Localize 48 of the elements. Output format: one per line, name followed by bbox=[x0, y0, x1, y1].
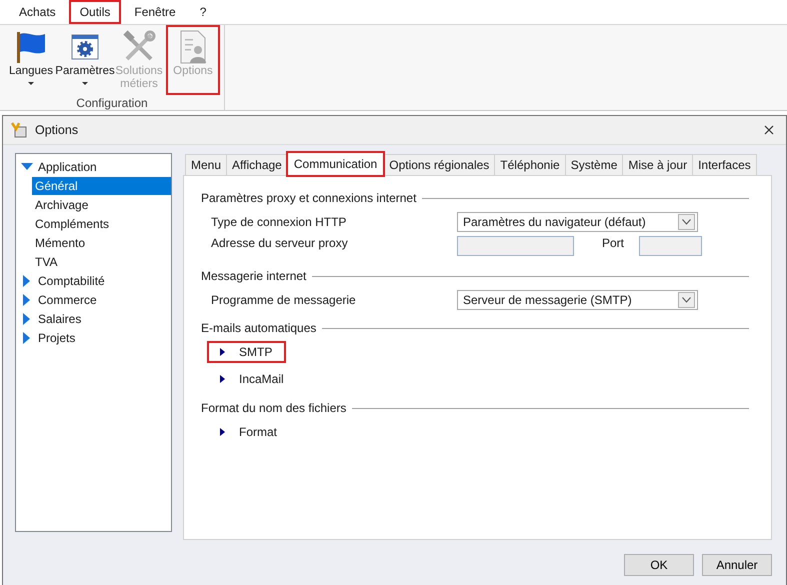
app-icon bbox=[11, 122, 27, 138]
tree-item[interactable]: Compléments bbox=[32, 214, 171, 232]
settings-icon bbox=[70, 32, 100, 62]
section-title: E-mails automatiques bbox=[201, 321, 316, 335]
menu-item[interactable]: ? bbox=[188, 0, 218, 24]
group-label: Configuration bbox=[75, 95, 149, 110]
link-item[interactable]: Format bbox=[207, 420, 292, 442]
tab[interactable]: Affichage bbox=[226, 154, 288, 175]
link-item[interactable]: IncaMail bbox=[207, 368, 298, 390]
dialog-button[interactable]: Annuler bbox=[702, 554, 772, 576]
field-label: Port bbox=[601, 236, 626, 250]
section-title: Paramètres proxy et connexions internet bbox=[201, 191, 416, 205]
tab[interactable]: Téléphonie bbox=[494, 154, 566, 175]
tab[interactable]: Système bbox=[564, 154, 624, 175]
tab[interactable]: Options régionales bbox=[383, 154, 496, 175]
tab[interactable]: Menu bbox=[185, 154, 228, 175]
flag-icon bbox=[14, 30, 48, 64]
tab[interactable]: Communication bbox=[286, 152, 384, 176]
tree-item[interactable]: Commerce bbox=[35, 290, 171, 308]
menu-item[interactable]: Achats bbox=[8, 0, 67, 24]
tree-item[interactable]: Comptabilité bbox=[35, 272, 171, 290]
tab[interactable]: Interfaces bbox=[692, 154, 757, 175]
triangle-icon bbox=[220, 374, 225, 382]
section-title: Format du nom des fichiers bbox=[201, 401, 346, 415]
dropdown[interactable]: Serveur de messagerie (SMTP) bbox=[457, 290, 698, 310]
menu-item[interactable]: Fenêtre bbox=[123, 0, 187, 24]
section-title: Messagerie internet bbox=[201, 269, 306, 283]
field-label: Adresse du serveur proxy bbox=[211, 236, 349, 250]
tree-item[interactable]: Projets bbox=[35, 328, 171, 346]
triangle-icon bbox=[220, 428, 225, 436]
tree-item[interactable]: Général bbox=[32, 176, 171, 194]
tree-item[interactable]: Archivage bbox=[32, 196, 171, 214]
menu-item[interactable]: Outils bbox=[68, 0, 122, 24]
triangle-icon bbox=[220, 348, 225, 356]
collapse-icon[interactable] bbox=[20, 162, 33, 170]
dialog-button[interactable]: OK bbox=[624, 554, 694, 576]
dropdown[interactable]: Paramètres du navigateur (défaut) bbox=[457, 212, 698, 232]
field-label: Programme de messagerie bbox=[211, 293, 357, 307]
tab[interactable]: Mise à jour bbox=[622, 154, 694, 175]
tree-item[interactable]: Mémento bbox=[32, 234, 171, 252]
ribbon-button[interactable]: Paramètres bbox=[58, 25, 112, 95]
tree-item[interactable]: TVA bbox=[32, 252, 171, 270]
tree-item[interactable]: Salaires bbox=[35, 310, 171, 328]
window-title: Options bbox=[35, 123, 80, 137]
tree-item[interactable]: Application bbox=[35, 158, 171, 176]
link-item[interactable]: SMTP bbox=[207, 340, 286, 362]
field-label: Type de connexion HTTP bbox=[211, 215, 348, 229]
document-person-icon bbox=[178, 30, 208, 64]
